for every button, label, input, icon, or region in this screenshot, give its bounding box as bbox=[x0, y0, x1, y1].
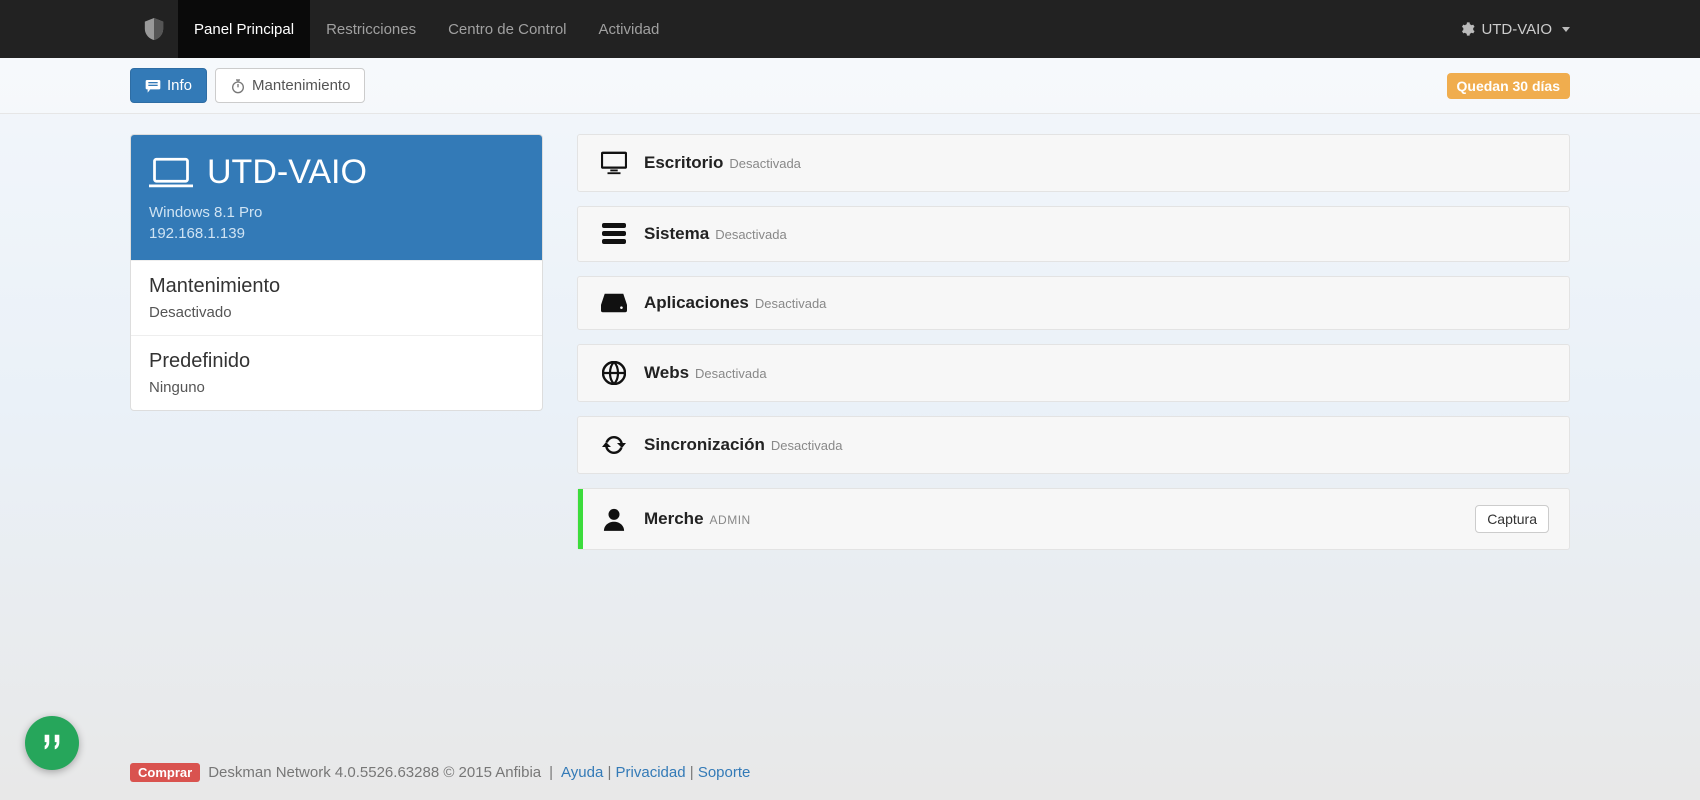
info-button[interactable]: Info bbox=[130, 68, 207, 103]
feature-row[interactable]: Sistema Desactivada bbox=[577, 206, 1570, 262]
feature-title: Sincronización bbox=[644, 435, 765, 454]
footer-link[interactable]: Ayuda bbox=[561, 764, 603, 781]
feature-title: Webs bbox=[644, 363, 689, 382]
feature-status: Desactivada bbox=[695, 366, 767, 381]
device-row-title: Mantenimiento bbox=[149, 275, 524, 298]
device-os: Windows 8.1 Pro bbox=[149, 202, 524, 223]
buy-badge[interactable]: Comprar bbox=[130, 763, 200, 782]
feature-row[interactable]: Webs Desactivada bbox=[577, 344, 1570, 402]
chat-fab[interactable] bbox=[25, 716, 79, 770]
account-name: UTD-VAIO bbox=[1481, 21, 1552, 38]
feature-status: Desactivada bbox=[771, 438, 843, 453]
globe-icon bbox=[598, 361, 630, 385]
user-icon bbox=[598, 507, 630, 531]
stopwatch-icon bbox=[230, 78, 246, 94]
device-row-sub: Desactivado bbox=[149, 304, 524, 321]
nav-item[interactable]: Panel Principal bbox=[178, 0, 310, 58]
brand-logo[interactable] bbox=[130, 17, 178, 41]
navbar: Panel PrincipalRestriccionesCentro de Co… bbox=[0, 0, 1700, 58]
feature-row[interactable]: Sincronización Desactivada bbox=[577, 416, 1570, 474]
feature-status: Desactivada bbox=[715, 227, 787, 242]
device-row-title: Predefinido bbox=[149, 350, 524, 373]
laptop-icon bbox=[149, 155, 193, 191]
nav-item[interactable]: Restricciones bbox=[310, 0, 432, 58]
footer-text: Deskman Network 4.0.5526.63288 © 2015 An… bbox=[208, 764, 541, 781]
nav-item[interactable]: Actividad bbox=[583, 0, 676, 58]
nav-item[interactable]: Centro de Control bbox=[432, 0, 582, 58]
feature-row[interactable]: Merche ADMIN Captura bbox=[577, 488, 1570, 550]
monitor-icon bbox=[598, 151, 630, 175]
feature-title: Sistema bbox=[644, 224, 709, 243]
maintenance-button[interactable]: Mantenimiento bbox=[215, 68, 365, 103]
device-row[interactable]: Predefinido Ninguno bbox=[131, 335, 542, 410]
feature-sub: ADMIN bbox=[710, 513, 751, 527]
device-row[interactable]: Mantenimiento Desactivado bbox=[131, 260, 542, 335]
quote-icon bbox=[41, 734, 63, 752]
footer-link[interactable]: Privacidad bbox=[616, 764, 686, 781]
account-menu[interactable]: UTD-VAIO bbox=[1459, 21, 1570, 38]
device-heading: UTD-VAIO Windows 8.1 Pro 192.168.1.139 bbox=[131, 135, 542, 260]
feature-status: Desactivada bbox=[729, 156, 801, 171]
feature-title: Merche bbox=[644, 509, 704, 528]
gear-icon bbox=[1459, 21, 1475, 37]
caret-down-icon bbox=[1562, 27, 1570, 32]
feature-status: Desactivada bbox=[755, 296, 827, 311]
hdd-icon bbox=[598, 293, 630, 313]
footer-link[interactable]: Soporte bbox=[698, 764, 751, 781]
feature-row[interactable]: Escritorio Desactivada bbox=[577, 134, 1570, 192]
main-container: UTD-VAIO Windows 8.1 Pro 192.168.1.139 M… bbox=[0, 114, 1700, 664]
capture-button[interactable]: Captura bbox=[1475, 505, 1549, 533]
subbar: Info Mantenimiento Quedan 30 días bbox=[0, 58, 1700, 114]
footer: Comprar Deskman Network 4.0.5526.63288 ©… bbox=[0, 763, 1700, 782]
device-ip: 192.168.1.139 bbox=[149, 223, 524, 244]
trial-badge[interactable]: Quedan 30 días bbox=[1447, 73, 1570, 99]
device-panel: UTD-VAIO Windows 8.1 Pro 192.168.1.139 M… bbox=[130, 134, 543, 411]
feature-row[interactable]: Aplicaciones Desactivada bbox=[577, 276, 1570, 330]
device-row-sub: Ninguno bbox=[149, 379, 524, 396]
server-icon bbox=[598, 223, 630, 245]
feature-title: Escritorio bbox=[644, 153, 723, 172]
chat-icon bbox=[145, 79, 161, 93]
sync-icon bbox=[598, 433, 630, 457]
shield-icon bbox=[143, 17, 165, 41]
feature-title: Aplicaciones bbox=[644, 293, 749, 312]
device-name: UTD-VAIO bbox=[207, 153, 367, 192]
